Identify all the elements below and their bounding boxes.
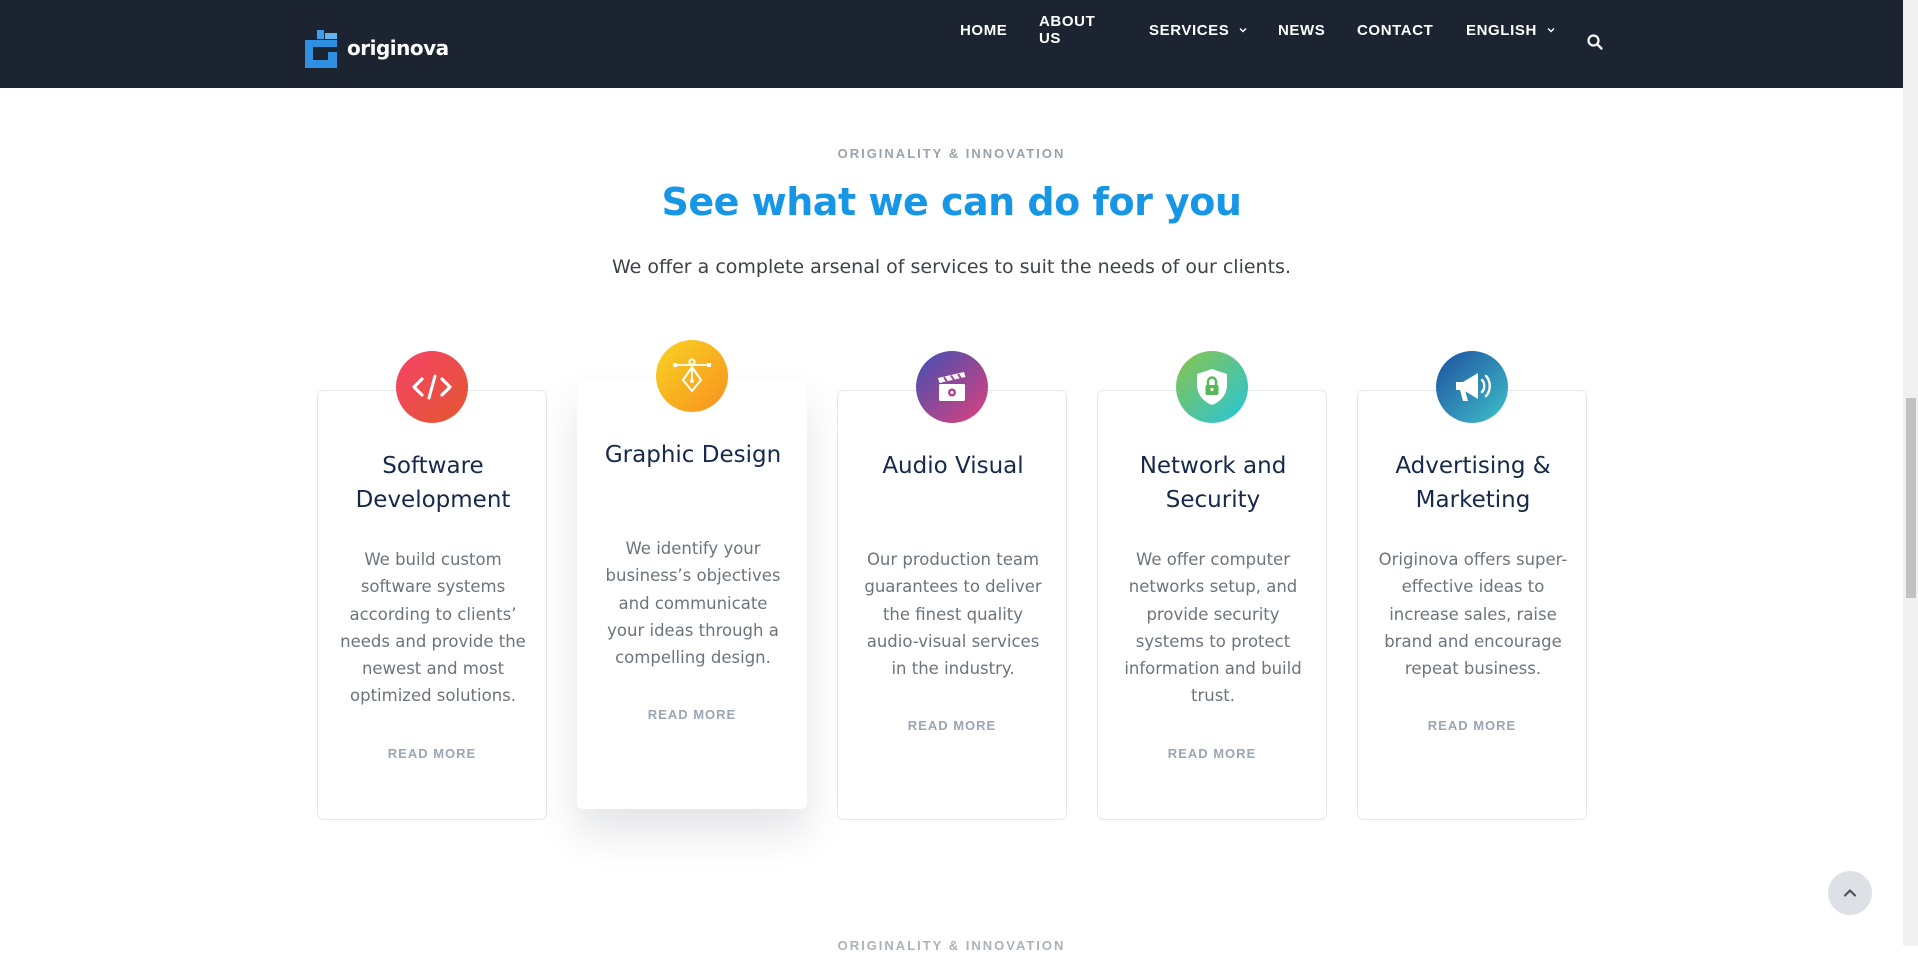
- service-card-audio-visual[interactable]: Audio Visual Our production team guarant…: [837, 351, 1067, 820]
- nav-contact[interactable]: CONTACT: [1357, 22, 1433, 39]
- nav-about-us[interactable]: ABOUT US: [1039, 13, 1095, 47]
- service-card-advertising-marketing[interactable]: Advertising & Marketing Originova offers…: [1357, 351, 1587, 820]
- service-title: Software Development: [355, 453, 511, 513]
- service-description: We identify your business’s objectives a…: [605, 539, 781, 668]
- chevron-down-icon: [1547, 28, 1555, 33]
- scrollbar-thumb[interactable]: [1906, 398, 1916, 598]
- service-title: Network and Security: [1139, 453, 1287, 513]
- brand-logo[interactable]: originova: [303, 28, 449, 68]
- section-heading: See what we can do for you: [661, 180, 1242, 224]
- code-icon: [412, 374, 452, 400]
- nav-home[interactable]: HOME: [960, 22, 1007, 39]
- service-description: Our production team guarantees to delive…: [864, 550, 1042, 679]
- brand-name: originova: [347, 36, 449, 60]
- service-description: We build custom software systems accordi…: [340, 550, 526, 706]
- service-icon-badge: [1436, 351, 1508, 423]
- service-icon-badge: [656, 340, 728, 412]
- service-card-software-development[interactable]: Software Development We build custom sof…: [317, 351, 547, 820]
- service-title: Graphic Design: [604, 442, 782, 468]
- read-more-link[interactable]: READ MORE: [1358, 718, 1586, 733]
- read-more-link[interactable]: READ MORE: [318, 746, 546, 761]
- chevron-down-icon: [1239, 28, 1247, 33]
- service-title: Advertising & Marketing: [1395, 453, 1551, 513]
- back-to-top-button[interactable]: [1828, 871, 1872, 915]
- service-description: We offer computer networks setup, and pr…: [1124, 550, 1302, 706]
- read-more-link[interactable]: READ MORE: [1098, 746, 1326, 761]
- section-eyebrow: ORIGINALITY & INNOVATION: [837, 146, 1066, 161]
- service-title: Audio Visual: [882, 453, 1024, 479]
- clapperboard-icon: [938, 372, 966, 401]
- service-icon-badge: [916, 351, 988, 423]
- service-card-graphic-design[interactable]: Graphic Design We identify your business…: [577, 340, 807, 809]
- service-card-network-security[interactable]: Network and Security We offer computer n…: [1097, 351, 1327, 820]
- shield-lock-icon: [1197, 369, 1227, 405]
- read-more-link[interactable]: READ MORE: [838, 718, 1066, 733]
- service-description: Originova offers super-effective ideas t…: [1378, 550, 1568, 679]
- service-icon-badge: [1176, 351, 1248, 423]
- nav-language[interactable]: ENGLISH: [1466, 22, 1555, 39]
- read-more-link[interactable]: READ MORE: [578, 707, 806, 722]
- search-icon[interactable]: [1586, 33, 1604, 51]
- nav-services[interactable]: SERVICES: [1149, 22, 1247, 39]
- pen-tool-icon: [673, 358, 711, 392]
- nav-news[interactable]: NEWS: [1278, 22, 1325, 39]
- site-header: originova HOME ABOUT US SERVICES NEWS CO…: [0, 0, 1903, 88]
- megaphone-icon: [1456, 373, 1491, 401]
- service-icon-badge: [396, 351, 468, 423]
- chevron-up-icon: [1843, 889, 1857, 897]
- originova-logo-icon: [305, 30, 337, 68]
- section-subheading: We offer a complete arsenal of services …: [612, 256, 1291, 278]
